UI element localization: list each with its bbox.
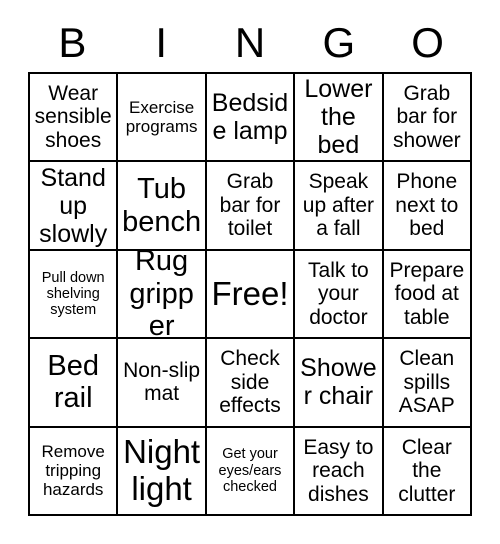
bingo-cell-label: Non-slip mat: [123, 358, 201, 406]
bingo-cell[interactable]: Talk to your doctor: [295, 250, 384, 340]
bingo-cell-label: Grab bar for toilet: [219, 170, 281, 241]
bingo-cell[interactable]: Grab bar for shower: [383, 74, 472, 163]
bingo-cell-label: Prepare food at table: [389, 258, 465, 329]
bingo-cell[interactable]: Prepare food at table: [383, 250, 472, 340]
bingo-cell-label: Lower the bed: [304, 75, 373, 160]
bingo-cell-label: Clean spills ASAP: [398, 347, 455, 418]
bingo-cell-label: Tub bench: [122, 173, 202, 238]
header-letter-g: G: [322, 19, 356, 66]
bingo-cell[interactable]: Phone next to bed: [383, 162, 472, 251]
bingo-grid: Wear sensible shoes Exercise programs Beds…: [28, 72, 472, 516]
bingo-cell[interactable]: Stand up slowly: [30, 162, 119, 251]
bingo-cell[interactable]: Non-slip mat: [118, 339, 207, 428]
bingo-cell[interactable]: Tub bench: [118, 162, 207, 251]
bingo-cell-label: Remove tripping hazards: [41, 442, 105, 500]
bingo-cell-label: Speak up after a fall: [302, 170, 374, 241]
bingo-cell-free[interactable]: Free!: [206, 250, 296, 340]
bingo-cell-label: Pull down shelving system: [41, 269, 105, 319]
bingo-cell-label: Check side effects: [219, 347, 281, 418]
header-letter-b: B: [58, 19, 87, 66]
bingo-cell-label: Stand up slowly: [39, 163, 108, 248]
header-letter-o: O: [411, 19, 444, 66]
bingo-cell[interactable]: Exercise programs: [118, 74, 207, 163]
bingo-cell[interactable]: Rug gripper: [118, 250, 207, 340]
bingo-cell-label: Clear the clutter: [398, 435, 456, 506]
bingo-cell[interactable]: Easy to reach dishes: [295, 427, 384, 516]
bingo-cell-label: Wear sensible shoes: [34, 81, 112, 152]
bingo-cell[interactable]: Remove tripping hazards: [30, 427, 119, 516]
bingo-cell[interactable]: Lower the bed: [295, 74, 384, 163]
bingo-cell-label: Exercise programs: [125, 98, 198, 137]
bingo-header-row: B I N G O: [28, 14, 472, 72]
bingo-cell[interactable]: Get your eyes/ears checked: [206, 427, 296, 516]
bingo-cell[interactable]: Bed rail: [30, 339, 119, 428]
bingo-cell-label: Shower chair: [300, 354, 377, 411]
bingo-cell[interactable]: Clean spills ASAP: [383, 339, 472, 428]
bingo-cell[interactable]: Check side effects: [206, 339, 296, 428]
bingo-cell-label: Easy to reach dishes: [303, 435, 374, 506]
bingo-cell-label: Night light: [123, 432, 201, 507]
header-letter-i: I: [155, 19, 168, 66]
bingo-cell[interactable]: Night light: [118, 427, 207, 516]
bingo-cell-label: Bedside lamp: [211, 89, 289, 146]
bingo-cell[interactable]: Grab bar for toilet: [206, 162, 296, 251]
bingo-cell-label: Free!: [211, 274, 289, 312]
bingo-cell[interactable]: Clear the clutter: [383, 427, 472, 516]
bingo-cell-label: Grab bar for shower: [392, 81, 461, 152]
bingo-cell[interactable]: Shower chair: [295, 339, 384, 428]
bingo-cell-label: Get your eyes/ears checked: [218, 446, 282, 495]
bingo-card: B I N G O Wear sensible shoes Exercise pr…: [0, 0, 500, 544]
bingo-cell[interactable]: Pull down shelving system: [30, 250, 119, 340]
bingo-cell-label: Talk to your doctor: [308, 258, 369, 329]
bingo-cell[interactable]: Speak up after a fall: [295, 162, 384, 251]
bingo-cell-label: Rug gripper: [129, 250, 194, 340]
bingo-cell-label: Bed rail: [47, 349, 99, 415]
bingo-cell[interactable]: Bedside lamp: [206, 74, 296, 163]
header-letter-n: N: [234, 19, 266, 66]
bingo-cell[interactable]: Wear sensible shoes: [30, 74, 119, 163]
bingo-cell-label: Phone next to bed: [395, 170, 459, 241]
